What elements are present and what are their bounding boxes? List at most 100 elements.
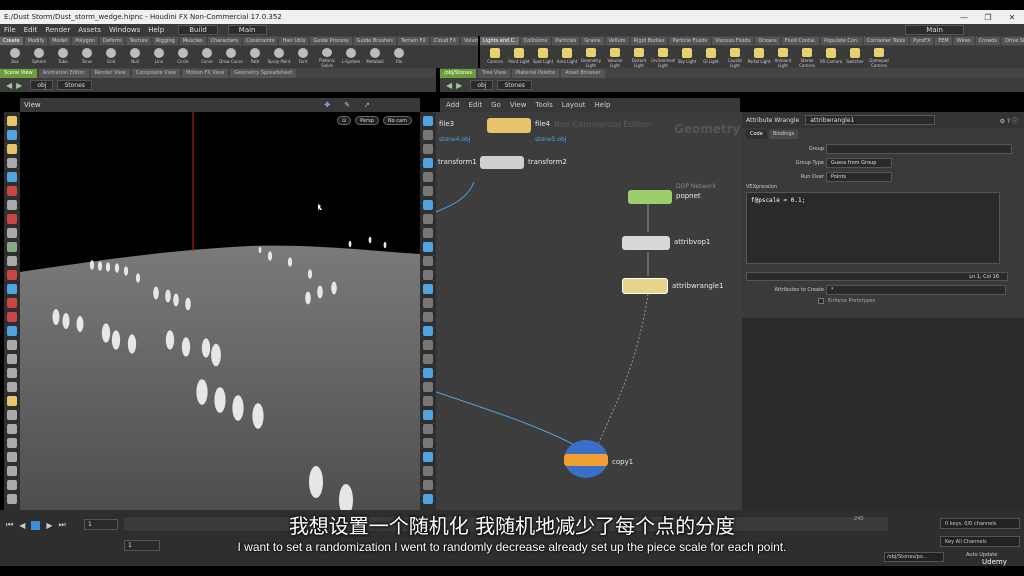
enforce-checkbox[interactable] [818,298,824,304]
display-option-icon[interactable] [423,172,433,182]
display-option-icon[interactable] [423,452,433,462]
display-option-icon[interactable] [423,410,433,420]
tool-icon[interactable] [7,228,17,238]
minimize-icon[interactable]: — [952,13,976,22]
pose-icon[interactable]: ✎ [344,101,350,109]
tool-portal-light[interactable]: Portal Light [747,46,771,68]
tool-icon[interactable] [7,256,17,266]
persp-select[interactable]: Persp [355,116,379,125]
forward-arrow-icon[interactable]: ▶ [456,81,462,90]
shelf-tab-terrain-fx[interactable]: Terrain FX [398,37,429,45]
network-menu-help[interactable]: Help [595,101,611,109]
attribvop-node[interactable] [622,236,670,250]
tool-platonic-solids[interactable]: Platonic Solids [315,46,339,68]
display-option-icon[interactable] [423,312,433,322]
tool-gi-light[interactable]: GI Light [699,46,723,68]
left-path-node[interactable]: Stones [57,80,92,90]
display-option-icon[interactable] [423,396,433,406]
pane-tab-asset-browser[interactable]: Asset Browser [561,68,605,78]
node-name-field[interactable]: attribwrangle1 [805,115,936,125]
tool-path[interactable]: Path [243,46,267,68]
shelf-tab-oceans[interactable]: Oceans [755,37,780,45]
tool-icon[interactable] [7,480,17,490]
copy-node[interactable] [564,454,608,466]
shelf-tab-rigid-bodies[interactable]: Rigid Bodies [630,37,668,45]
shelf-tab-collisions[interactable]: Collisions [520,37,551,45]
shelf-tab-grains[interactable]: Grains [581,37,604,45]
tool-icon[interactable] [7,354,17,364]
run-over-select[interactable]: Points [826,172,892,182]
file-node[interactable] [487,118,531,133]
back-arrow-icon[interactable]: ◀ [446,81,452,90]
tool-file[interactable]: File [387,46,411,68]
shelf-tab-lights-and-c[interactable]: Lights and C. [480,37,519,45]
tool-icon[interactable] [7,270,17,280]
tool-circle[interactable]: Circle [171,46,195,68]
tool-camera[interactable]: Camera [483,46,507,68]
pane-tab-geometry-spreadsheet[interactable]: Geometry Spreadsheet [230,68,297,78]
menu-help[interactable]: Help [144,26,168,34]
tool-environment-light[interactable]: Environment Light [651,46,675,68]
display-option-icon[interactable] [423,340,433,350]
display-option-icon[interactable] [423,158,433,168]
display-option-icon[interactable] [423,270,433,280]
shelf-tab-muscles[interactable]: Muscles [179,37,206,45]
popnet-node[interactable] [628,190,672,204]
pane-tab-material-palette[interactable]: Material Palette [511,68,560,78]
main-desktop-select[interactable]: Main [227,25,267,35]
display-option-icon[interactable] [423,298,433,308]
display-option-icon[interactable] [423,144,433,154]
attribwrangle-node[interactable] [622,278,668,294]
scene-viewport[interactable]: ⊙ Persp No cam [20,112,420,510]
shelf-tab-modify[interactable]: Modify [24,37,48,45]
display-option-icon[interactable] [423,494,433,504]
shelf-tab-crowds[interactable]: Crowds [975,37,1000,45]
display-option-icon[interactable] [423,214,433,224]
shelf-tab-deform[interactable]: Deform [99,37,125,45]
menu-assets[interactable]: Assets [74,26,105,34]
display-option-icon[interactable] [423,256,433,266]
tool-stereo-camera[interactable]: Stereo Camera [795,46,819,68]
tool-metaball[interactable]: Metaball [363,46,387,68]
network-menu-tools[interactable]: Tools [535,101,552,109]
shelf-tab-model[interactable]: Model [49,37,71,45]
menu-windows[interactable]: Windows [105,26,144,34]
tool-switcher[interactable]: Switcher [843,46,867,68]
shelf-tab-guide-brushes[interactable]: Guide Brushes [353,37,396,45]
tool-curve[interactable]: Curve [195,46,219,68]
tool-null[interactable]: Null [123,46,147,68]
display-option-icon[interactable] [423,186,433,196]
pane-tab-obj-stones[interactable]: /obj/Stones [440,68,477,78]
display-option-icon[interactable] [423,480,433,490]
tool-sphere[interactable]: Sphere [27,46,51,68]
tool-box[interactable]: Box [3,46,27,68]
tool-draw-curve[interactable]: Draw Curve [219,46,243,68]
tool-icon[interactable] [7,326,17,336]
pane-tab-render-view[interactable]: Render View [90,68,130,78]
display-option-icon[interactable] [423,284,433,294]
tool-volume-light[interactable]: Volume Light [603,46,627,68]
network-editor[interactable]: Non-Commercial Edition Geometry file3 st… [436,112,742,510]
display-option-icon[interactable] [423,130,433,140]
shelf-tab-populate-con[interactable]: Populate Con. [821,37,862,45]
tool-icon[interactable] [7,200,17,210]
network-menu-go[interactable]: Go [491,101,501,109]
display-option-icon[interactable] [423,326,433,336]
tool-icon[interactable] [7,242,17,252]
forward-arrow-icon[interactable]: ▶ [16,81,22,90]
shelf-tab-characters[interactable]: Characters [207,37,241,45]
shelf-tab-container-tools[interactable]: Container Tools [863,37,909,45]
display-option-icon[interactable] [423,466,433,476]
shelf-tab-pyrofx[interactable]: PyroFX [910,37,934,45]
display-option-icon[interactable] [423,354,433,364]
lock-icon[interactable]: ⊙ [336,116,352,125]
tool-icon[interactable] [7,494,17,504]
pane-tab-tree-view[interactable]: Tree View [478,68,510,78]
tool-torus[interactable]: Torus [75,46,99,68]
tool-icon[interactable] [7,284,17,294]
tool-sky-light[interactable]: Sky Light [675,46,699,68]
network-menu-add[interactable]: Add [446,101,460,109]
pane-tab-composite-view[interactable]: Composite View [131,68,180,78]
tool-icon[interactable] [7,340,17,350]
tool-icon[interactable] [7,312,17,322]
